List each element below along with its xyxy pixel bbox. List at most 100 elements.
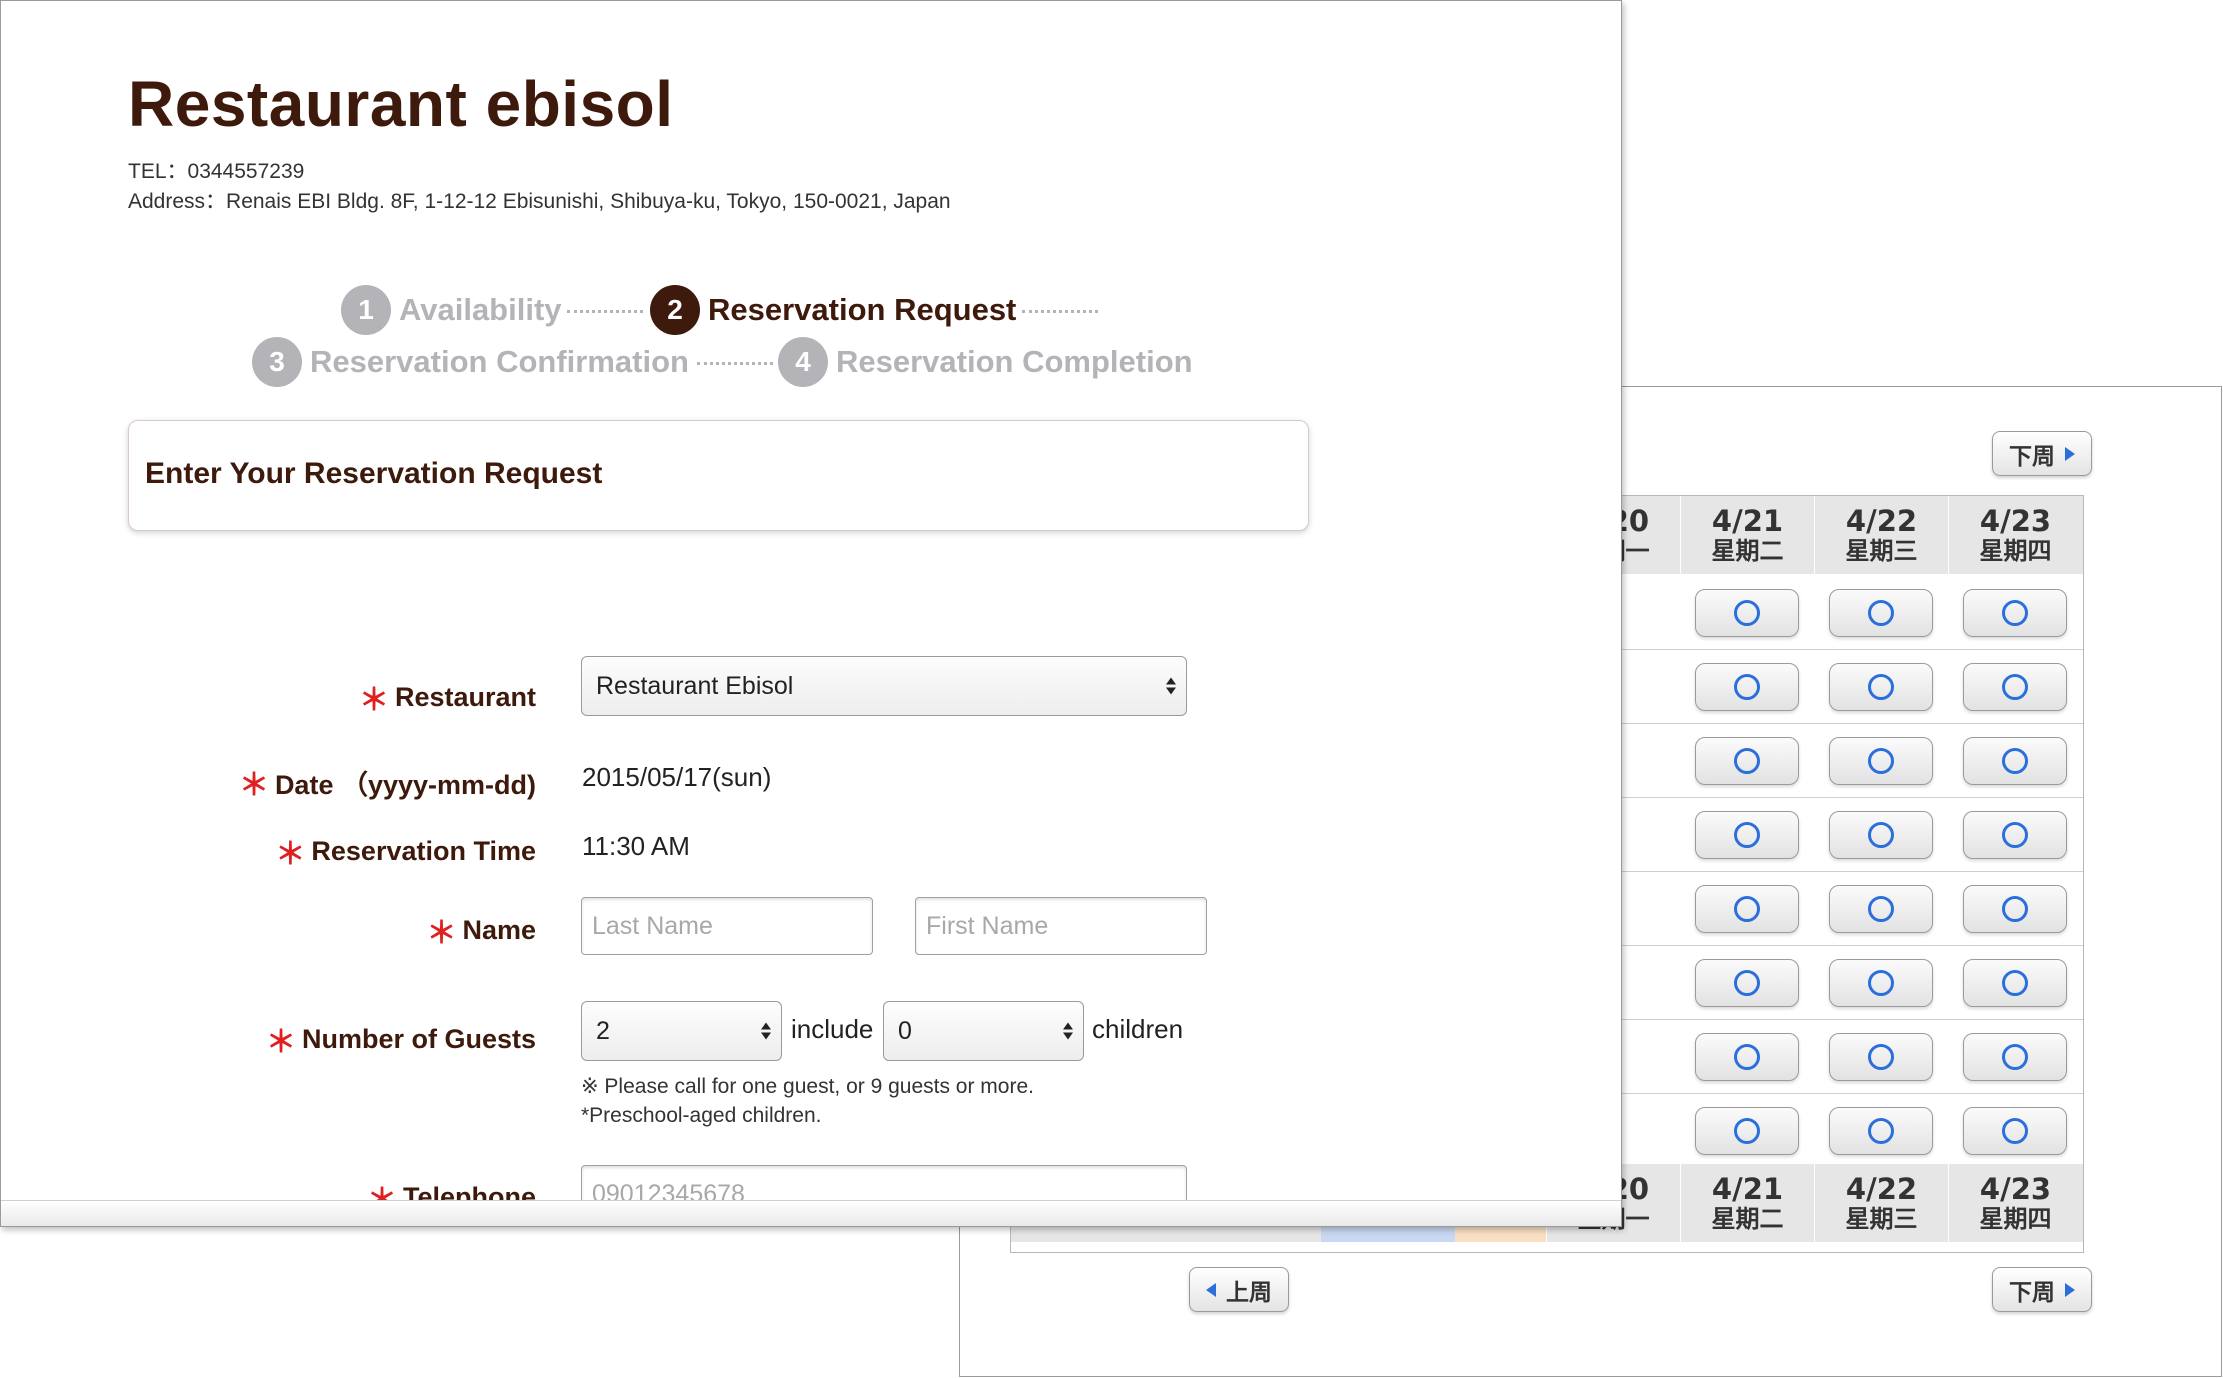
step-label: Reservation Request (708, 292, 1017, 327)
horizontal-scrollbar[interactable] (1, 1200, 1621, 1226)
available-circle-icon (1734, 674, 1760, 700)
step-reservation-confirmation: 3 Reservation Confirmation (252, 337, 689, 387)
section-header: Enter Your Reservation Request (128, 420, 1309, 531)
available-circle-icon (1734, 600, 1760, 626)
date-label: Date （yyyy-mm-dd) (274, 769, 536, 800)
step-label: Reservation Confirmation (310, 344, 689, 379)
restaurant-name: Restaurant ebisol (128, 68, 674, 140)
available-circle-icon (1868, 822, 1894, 848)
available-slot-button[interactable] (1829, 811, 1933, 859)
date-label-row: ＊ Date （yyyy-mm-dd) (239, 760, 536, 804)
available-slot-button[interactable] (1829, 959, 1933, 1007)
children-note: *Preschool-aged children. (581, 1104, 822, 1127)
reservation-form-window: Restaurant ebisol TEL：0344557239 Address… (0, 0, 1622, 1227)
step-number: 2 (650, 285, 700, 335)
restaurant-address: Address：Renais EBI Bldg. 8F, 1-12-12 Ebi… (128, 190, 951, 213)
available-slot-button[interactable] (1963, 663, 2067, 711)
children-text: children (1092, 1014, 1184, 1044)
available-slot-button[interactable] (1829, 589, 1933, 637)
available-slot-button[interactable] (1695, 589, 1799, 637)
date-header: 4/21 星期二 (1680, 1164, 1814, 1242)
available-slot-button[interactable] (1695, 885, 1799, 933)
arrow-right-icon (2065, 446, 2075, 461)
available-circle-icon (2002, 674, 2028, 700)
next-week-button-bottom[interactable]: 下周 (1992, 1267, 2092, 1312)
date-header: 4/21 星期二 (1680, 496, 1814, 574)
prev-week-label: 上周 (1226, 1279, 1272, 1306)
step-reservation-request: 2 Reservation Request (650, 285, 1016, 335)
first-name-input[interactable] (915, 897, 1207, 955)
required-mark: ＊ (358, 684, 389, 717)
required-mark: ＊ (238, 769, 269, 802)
available-slot-button[interactable] (1963, 885, 2067, 933)
date-header: 4/22 星期三 (1814, 496, 1948, 574)
available-circle-icon (2002, 1118, 2028, 1144)
arrow-left-icon (1206, 1282, 1216, 1297)
step-label: Reservation Completion (836, 344, 1193, 379)
available-circle-icon (2002, 970, 2028, 996)
available-circle-icon (1868, 748, 1894, 774)
available-circle-icon (2002, 896, 2028, 922)
available-slot-button[interactable] (1963, 1107, 2067, 1155)
available-circle-icon (1734, 822, 1760, 848)
step-connector (567, 310, 643, 313)
time-label-row: ＊ Reservation Time (275, 829, 536, 873)
step-connector (697, 362, 773, 365)
available-slot-button[interactable] (1695, 1033, 1799, 1081)
step-connector (1022, 310, 1098, 313)
step-reservation-completion: 4 Reservation Completion (778, 337, 1193, 387)
children-select[interactable]: 0 (883, 1001, 1084, 1061)
children-select-value: 0 (898, 1016, 912, 1045)
available-slot-button[interactable] (1963, 811, 2067, 859)
guests-label-row: ＊ Number of Guests (266, 1017, 536, 1061)
select-arrows-icon (1166, 677, 1176, 695)
step-availability: 1 Availability (341, 285, 562, 335)
available-slot-button[interactable] (1695, 737, 1799, 785)
prev-week-button[interactable]: 上周 (1189, 1267, 1289, 1312)
available-circle-icon (1734, 748, 1760, 774)
available-slot-button[interactable] (1695, 959, 1799, 1007)
restaurant-select[interactable]: Restaurant Ebisol (581, 656, 1187, 716)
available-slot-button[interactable] (1829, 737, 1933, 785)
available-circle-icon (2002, 822, 2028, 848)
guest-note: ※ Please call for one guest, or 9 guests… (581, 1075, 1034, 1098)
available-slot-button[interactable] (1963, 959, 2067, 1007)
required-mark: ＊ (265, 1026, 296, 1059)
step-number: 4 (778, 337, 828, 387)
select-arrows-icon (1063, 1022, 1073, 1040)
name-label-row: ＊ Name (426, 908, 536, 952)
available-slot-button[interactable] (1963, 589, 2067, 637)
available-slot-button[interactable] (1695, 811, 1799, 859)
restaurant-select-value: Restaurant Ebisol (596, 671, 794, 700)
last-name-input[interactable] (581, 897, 873, 955)
next-week-button-top[interactable]: 下周 (1992, 431, 2092, 476)
available-slot-button[interactable] (1829, 885, 1933, 933)
time-label: Reservation Time (311, 835, 536, 866)
available-slot-button[interactable] (1829, 663, 1933, 711)
available-slot-button[interactable] (1829, 1107, 1933, 1155)
available-slot-button[interactable] (1695, 663, 1799, 711)
include-text: include (791, 1014, 874, 1044)
step-label: Availability (399, 292, 562, 327)
available-circle-icon (1868, 970, 1894, 996)
required-mark: ＊ (426, 917, 457, 950)
available-slot-button[interactable] (1963, 737, 2067, 785)
available-slot-button[interactable] (1963, 1033, 2067, 1081)
guests-label: Number of Guests (301, 1023, 536, 1054)
available-circle-icon (2002, 748, 2028, 774)
arrow-right-icon (2065, 1282, 2075, 1297)
available-slot-button[interactable] (1695, 1107, 1799, 1155)
section-title: Enter Your Reservation Request (145, 457, 603, 490)
select-arrows-icon (761, 1022, 771, 1040)
available-slot-button[interactable] (1829, 1033, 1933, 1081)
required-mark: ＊ (275, 838, 306, 871)
guests-select[interactable]: 2 (581, 1001, 782, 1061)
available-circle-icon (2002, 1044, 2028, 1070)
name-label: Name (462, 914, 536, 945)
step-number: 1 (341, 285, 391, 335)
available-circle-icon (2002, 600, 2028, 626)
restaurant-label-row: ＊ Restaurant (359, 675, 536, 719)
guests-select-value: 2 (596, 1016, 610, 1045)
date-header: 4/23 星期四 (1948, 496, 2082, 574)
available-circle-icon (1868, 674, 1894, 700)
